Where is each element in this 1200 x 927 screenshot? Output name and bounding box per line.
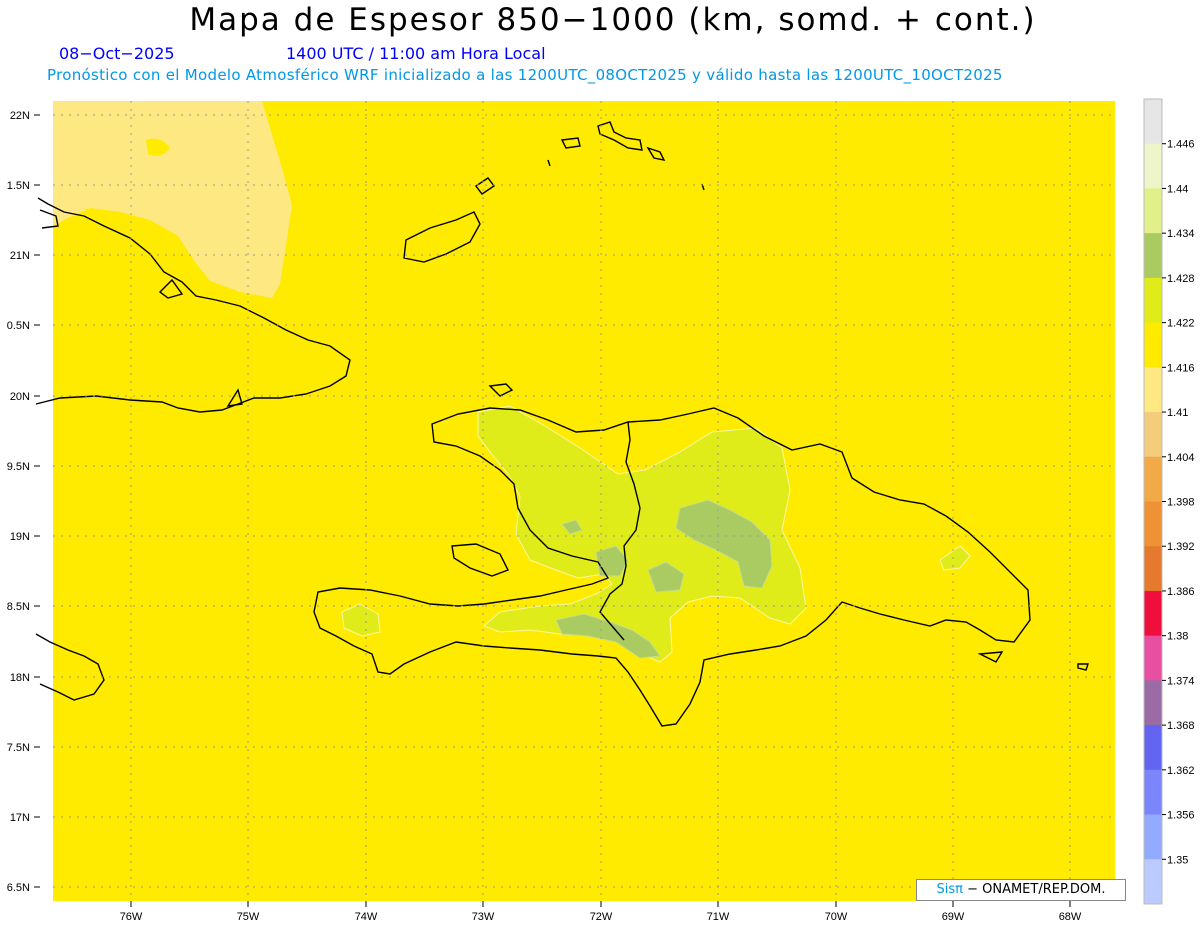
lat-label: 9.5N xyxy=(7,461,30,473)
legend-label: 1.446 xyxy=(1167,139,1195,151)
legend-label: 1.362 xyxy=(1167,765,1195,777)
legend-label: 1.356 xyxy=(1167,810,1195,822)
lon-label: 69W xyxy=(942,911,965,923)
credit-box: Sisπ − ONAMET/REP.DOM. xyxy=(916,879,1126,901)
legend-swatch xyxy=(1144,859,1162,905)
lat-label: 17N xyxy=(10,812,30,824)
legend-swatch xyxy=(1144,769,1162,816)
lat-label: 6.5N xyxy=(7,882,30,894)
lat-label: 0.5N xyxy=(7,320,30,332)
lat-label: 18N xyxy=(10,672,30,684)
legend-label: 1.422 xyxy=(1167,318,1195,330)
legend-swatch xyxy=(1144,233,1162,279)
lat-label: 22N xyxy=(10,110,30,122)
legend-label: 1.434 xyxy=(1167,228,1195,240)
legend-swatch xyxy=(1144,277,1162,324)
legend-label: 1.386 xyxy=(1167,586,1195,598)
legend-swatch xyxy=(1144,322,1162,368)
credit-text: − ONAMET/REP.DOM. xyxy=(967,882,1106,897)
legend-label: 1.374 xyxy=(1167,675,1195,687)
lon-label: 72W xyxy=(590,911,613,923)
legend-label: 1.416 xyxy=(1167,362,1195,374)
legend-swatch xyxy=(1144,635,1162,681)
lat-label: 7.5N xyxy=(7,742,30,754)
legend-swatch xyxy=(1144,188,1162,234)
legend-label: 1.38 xyxy=(1167,631,1188,643)
legend-swatch xyxy=(1144,143,1162,189)
lat-label: 8.5N xyxy=(7,601,30,613)
legend-swatch xyxy=(1144,99,1162,145)
legend-swatch xyxy=(1144,590,1162,637)
color-legend: 1.446 1.44 1.434 1.428 1.422 1.416 1.41 1.404 1.… xyxy=(1143,98,1195,905)
lon-label: 76W xyxy=(120,911,143,923)
legend-swatch xyxy=(1144,456,1162,502)
legend-label: 1.398 xyxy=(1167,497,1195,509)
lat-label: 21N xyxy=(10,250,30,262)
legend-label: 1.41 xyxy=(1167,407,1188,419)
legend-label: 1.392 xyxy=(1167,541,1195,553)
lon-label: 73W xyxy=(472,911,495,923)
legend-swatch xyxy=(1144,367,1162,413)
lat-label: 19N xyxy=(10,531,30,543)
legend-label: 1.428 xyxy=(1167,273,1195,285)
legend-swatch xyxy=(1144,501,1162,547)
lat-label: 1.5N xyxy=(7,180,30,192)
legend-label: 1.404 xyxy=(1167,452,1195,464)
legend-label: 1.44 xyxy=(1167,183,1188,195)
thickness-map: 22N 1.5N 21N 0.5N 20N 9.5N 19N 8.5N 18N … xyxy=(7,98,1195,923)
credit-logo-text: Sisπ xyxy=(936,882,963,897)
legend-label: 1.35 xyxy=(1167,854,1188,866)
legend-swatch xyxy=(1144,412,1162,458)
legend-swatch xyxy=(1144,725,1162,771)
legend-label: 1.368 xyxy=(1167,720,1195,732)
lon-label: 68W xyxy=(1059,911,1082,923)
lon-label: 71W xyxy=(707,911,730,923)
lon-label: 70W xyxy=(825,911,848,923)
lon-label: 75W xyxy=(237,911,260,923)
legend-swatch xyxy=(1144,680,1162,726)
legend-swatch xyxy=(1144,814,1162,860)
lat-label: 20N xyxy=(10,391,30,403)
legend-swatch xyxy=(1144,546,1162,592)
lon-label: 74W xyxy=(355,911,378,923)
